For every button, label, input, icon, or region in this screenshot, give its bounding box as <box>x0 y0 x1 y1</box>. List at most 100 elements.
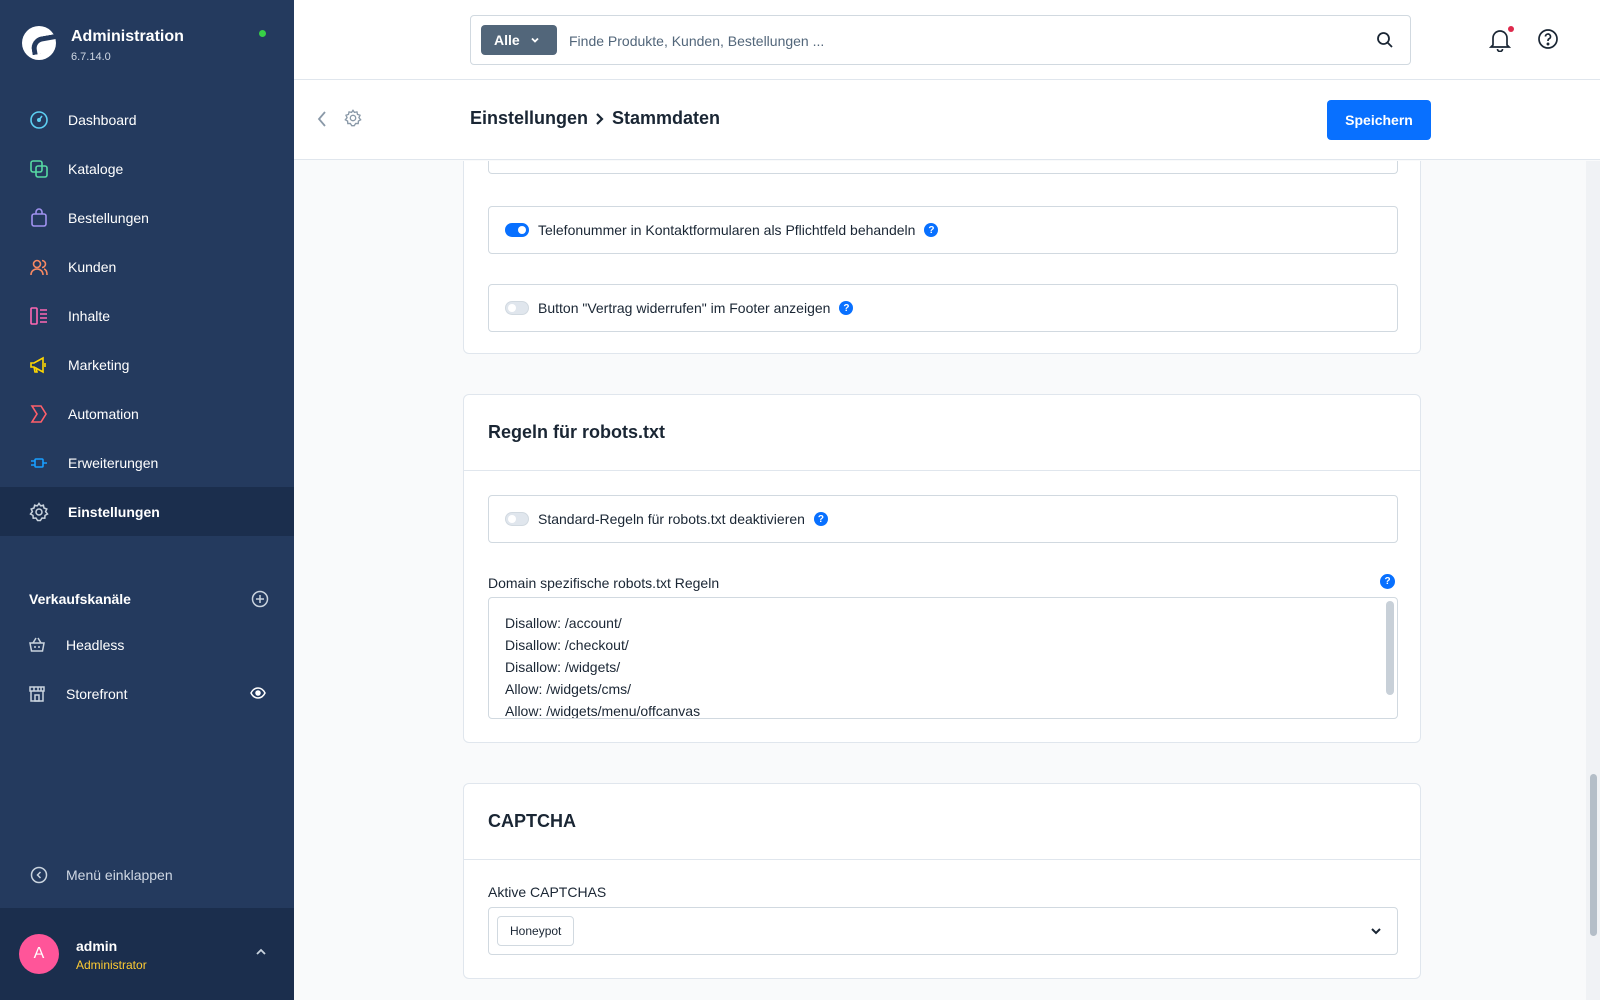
main-navigation: Dashboard Kataloge Bestellungen Kunden I… <box>0 95 294 536</box>
shopware-logo-icon[interactable] <box>22 26 56 60</box>
collapse-menu-button[interactable]: Menü einklappen <box>30 866 173 884</box>
catalog-icon <box>29 159 49 179</box>
users-icon <box>29 257 49 277</box>
active-captchas-label: Aktive CAPTCHAS <box>488 884 607 900</box>
phone-required-toggle-field: Telefonummer in Kontaktformularen als Pf… <box>488 206 1398 254</box>
help-tooltip-icon[interactable]: ? <box>839 301 854 315</box>
sidebar: Administration 6.7.14.0 Dashboard Katalo… <box>0 0 294 1000</box>
previous-field <box>488 161 1398 174</box>
content-icon <box>29 306 49 326</box>
phone-required-toggle[interactable] <box>505 223 529 237</box>
user-role: Administrator <box>76 958 147 972</box>
robots-txt-card: Regeln für robots.txt Standard-Regeln fü… <box>463 394 1421 743</box>
app-version: 6.7.14.0 <box>71 51 111 63</box>
revoke-button-label: Button "Vertrag widerrufen" im Footer an… <box>538 300 831 316</box>
sidebar-item-label: Erweiterungen <box>68 454 159 471</box>
help-tooltip-icon[interactable]: ? <box>813 512 828 526</box>
user-name: admin <box>76 938 118 954</box>
rule-line: Allow: /widgets/menu/offcanvas <box>505 703 701 719</box>
help-tooltip-icon[interactable]: ? <box>924 223 939 237</box>
smart-bar: Einstellungen Stammdaten Speichern <box>294 80 1600 160</box>
automation-icon <box>29 404 49 424</box>
eye-icon[interactable] <box>250 685 266 704</box>
rule-line: Disallow: /account/ <box>505 615 622 631</box>
app-title: Administration <box>71 28 184 45</box>
sidebar-item-catalogues[interactable]: Kataloge <box>0 144 294 193</box>
chevron-left-icon[interactable] <box>316 110 328 133</box>
shopping-bag-icon <box>29 207 49 228</box>
rule-line: Disallow: /checkout/ <box>505 637 629 653</box>
basket-icon <box>28 636 46 654</box>
search-input[interactable] <box>569 28 1349 54</box>
sidebar-item-customers[interactable]: Kunden <box>0 242 294 291</box>
sidebar-item-label: Marketing <box>68 356 130 373</box>
sidebar-item-label: Einstellungen <box>68 503 160 520</box>
avatar: A <box>19 934 59 974</box>
brand: Administration 6.7.14.0 <box>22 26 272 66</box>
sidebar-item-label: Kataloge <box>68 160 124 177</box>
sidebar-item-content[interactable]: Inhalte <box>0 291 294 340</box>
help-icon[interactable] <box>1537 28 1559 55</box>
disable-default-rules-toggle[interactable] <box>505 512 529 526</box>
sales-channels-label: Verkaufskanäle <box>29 591 131 607</box>
chevron-right-icon <box>594 112 606 126</box>
search-icon[interactable] <box>1376 31 1394 54</box>
sidebar-item-label: Inhalte <box>68 307 111 324</box>
revoke-button-toggle[interactable] <box>505 301 529 315</box>
textarea-scrollbar[interactable] <box>1386 601 1394 695</box>
captcha-card: CAPTCHA Aktive CAPTCHAS Honeypot <box>463 783 1421 979</box>
disable-default-rules-label: Standard-Regeln für robots.txt deaktivie… <box>538 511 805 527</box>
megaphone-icon <box>29 355 49 375</box>
captcha-card-title: CAPTCHA <box>464 784 1420 860</box>
sales-channel-list: Headless Storefront <box>0 620 294 718</box>
revoke-button-toggle-field: Button "Vertrag widerrufen" im Footer an… <box>488 284 1398 332</box>
selected-captcha-chip[interactable]: Honeypot <box>497 916 575 946</box>
main-content: Telefonummer in Kontaktformularen als Pf… <box>294 161 1600 1000</box>
disable-default-rules-field: Standard-Regeln für robots.txt deaktivie… <box>488 495 1398 543</box>
sidebar-item-automation[interactable]: Automation <box>0 389 294 438</box>
sidebar-item-label: Kunden <box>68 258 117 275</box>
phone-required-label: Telefonummer in Kontaktformularen als Pf… <box>538 222 916 238</box>
global-search: Alle <box>470 15 1411 65</box>
basic-information-card: Telefonummer in Kontaktformularen als Pf… <box>463 161 1421 354</box>
sales-channel-label: Storefront <box>66 685 128 702</box>
storefront-icon <box>28 685 46 703</box>
sidebar-item-extensions[interactable]: Erweiterungen <box>0 438 294 487</box>
plugin-icon <box>29 453 49 473</box>
domain-rules-label: Domain spezifische robots.txt Regeln <box>488 575 720 591</box>
user-menu[interactable]: A admin Administrator <box>0 908 294 1000</box>
active-captchas-select[interactable]: Honeypot <box>488 907 1398 955</box>
online-status-dot <box>259 30 266 37</box>
chevron-left-circle-icon <box>30 866 48 884</box>
save-button[interactable]: Speichern <box>1327 100 1431 140</box>
add-sales-channel-icon[interactable] <box>251 590 269 608</box>
page-scrollbar-thumb[interactable] <box>1590 774 1597 936</box>
sales-channel-headless[interactable]: Headless <box>0 620 294 669</box>
sales-channel-label: Headless <box>66 636 125 653</box>
sales-channel-storefront[interactable]: Storefront <box>0 669 294 718</box>
notification-badge <box>1508 26 1514 32</box>
settings-gear-icon[interactable] <box>344 109 362 132</box>
dashboard-icon <box>29 110 49 130</box>
search-type-select[interactable]: Alle <box>481 25 557 55</box>
search-type-label: Alle <box>494 32 520 48</box>
sales-channels-header: Verkaufskanäle <box>29 588 269 610</box>
sidebar-item-orders[interactable]: Bestellungen <box>0 193 294 242</box>
notification-bell-icon[interactable] <box>1488 28 1512 57</box>
domain-rules-textarea[interactable]: Disallow: /account/ Disallow: /checkout/… <box>488 597 1398 719</box>
sidebar-item-label: Automation <box>68 405 139 422</box>
sidebar-item-dashboard[interactable]: Dashboard <box>0 95 294 144</box>
topbar: Alle <box>294 0 1600 80</box>
help-tooltip-icon[interactable]: ? <box>1380 574 1395 589</box>
sidebar-item-label: Dashboard <box>68 111 137 128</box>
gear-icon <box>29 501 49 522</box>
chevron-down-icon <box>530 35 540 45</box>
breadcrumb-current: Stammdaten <box>612 108 721 128</box>
sidebar-item-settings[interactable]: Einstellungen <box>0 487 294 536</box>
breadcrumb-parent[interactable]: Einstellungen <box>470 108 588 129</box>
sidebar-item-label: Bestellungen <box>68 209 149 226</box>
robots-txt-card-title: Regeln für robots.txt <box>464 395 1420 471</box>
sidebar-item-marketing[interactable]: Marketing <box>0 340 294 389</box>
collapse-menu-label: Menü einklappen <box>66 867 173 883</box>
chevron-up-icon[interactable] <box>254 945 268 964</box>
